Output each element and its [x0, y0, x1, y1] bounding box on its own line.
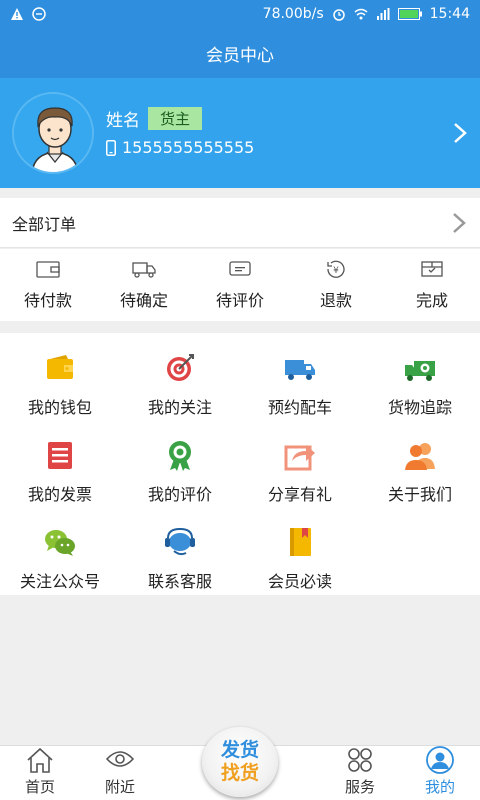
service-contact-support[interactable]: 联系客服: [120, 515, 240, 602]
phone-icon: [106, 139, 116, 156]
svg-text:¥: ¥: [333, 266, 339, 276]
book-icon: [290, 527, 311, 556]
wallet-icon: [47, 354, 73, 379]
order-label: 退款: [319, 291, 352, 310]
profile-card[interactable]: 姓名 货主 1555555555555: [0, 78, 480, 188]
home-icon: [27, 747, 53, 773]
ship-find-cargo-button[interactable]: 发货 找货: [202, 727, 278, 797]
role-badge: 货主: [148, 107, 203, 130]
signal-icon: [376, 8, 390, 20]
service-member-must-read[interactable]: 会员必读: [240, 515, 360, 602]
service-label: 会员必读: [267, 571, 332, 591]
services-panel: 我的钱包 我的关注 预约配车 货物追踪 我的发票 我的评价 分享有礼 关于我们 …: [0, 333, 480, 595]
wechat-icon: [45, 529, 75, 556]
order-label: 待付款: [23, 291, 72, 310]
service-follow-official-account[interactable]: 关注公众号: [0, 515, 120, 602]
service-label: 我的关注: [147, 397, 212, 417]
service-follow[interactable]: 我的关注: [120, 341, 240, 428]
service-about-us[interactable]: 关于我们: [360, 428, 480, 515]
tab-mine[interactable]: 我的: [400, 746, 480, 800]
battery-icon: [397, 8, 422, 20]
service-label: 关于我们: [387, 484, 452, 504]
center-button-line2: 找货: [220, 762, 259, 784]
tab-label: 首页: [24, 778, 55, 796]
headset-icon: [165, 527, 195, 555]
service-label: 我的发票: [27, 484, 92, 504]
wallet-icon: [36, 261, 60, 278]
order-pending-review[interactable]: 待评价: [192, 249, 288, 321]
tab-nearby[interactable]: 附近: [80, 746, 160, 800]
wifi-icon: [354, 8, 368, 20]
truck-icon: [285, 359, 315, 380]
avatar[interactable]: [12, 92, 94, 174]
alarm-icon: [332, 9, 345, 21]
apps-icon: [348, 748, 372, 772]
service-cargo-tracking[interactable]: 货物追踪: [360, 341, 480, 428]
page-title: 会员中心: [206, 45, 274, 66]
order-label: 待确定: [119, 291, 168, 310]
title-bar: 会员中心: [0, 28, 480, 78]
service-label: 我的钱包: [27, 397, 92, 417]
service-label: 联系客服: [147, 571, 212, 591]
order-status-bar: 待付款 待确定 待评价 ¥ 退款 完成: [0, 249, 480, 321]
tab-home[interactable]: 首页: [0, 746, 80, 800]
minus-circle-icon: [32, 7, 46, 21]
truck-icon: [132, 262, 156, 278]
order-label: 完成: [415, 291, 448, 310]
order-refund[interactable]: ¥ 退款: [288, 249, 384, 321]
target-icon: [167, 353, 194, 381]
badge-icon: [169, 440, 191, 471]
refund-icon: ¥: [327, 260, 345, 278]
all-orders-label: 全部订单: [12, 214, 77, 234]
service-wallet[interactable]: 我的钱包: [0, 341, 120, 428]
service-share-reward[interactable]: 分享有礼: [240, 428, 360, 515]
user-phone: 1555555555555: [122, 138, 255, 157]
service-label: 关注公众号: [19, 571, 100, 591]
warning-icon: [11, 8, 23, 20]
eye-location-icon: [105, 751, 135, 767]
people-icon: [405, 442, 435, 470]
service-label: 分享有礼: [267, 484, 332, 504]
order-label: 待评价: [215, 291, 264, 310]
tab-label: 附近: [104, 778, 135, 796]
service-invoice[interactable]: 我的发票: [0, 428, 120, 515]
invoice-icon: [48, 441, 72, 469]
order-pending-payment[interactable]: 待付款: [0, 249, 96, 321]
service-label: 预约配车: [267, 397, 332, 417]
user-circle-icon: [426, 746, 454, 774]
chevron-right-icon[interactable]: [452, 122, 468, 144]
status-bar: 78.00b/s 15:44: [0, 0, 480, 28]
service-my-reviews[interactable]: 我的评价: [120, 428, 240, 515]
tab-label: 服务: [344, 778, 375, 796]
share-icon: [284, 444, 315, 470]
service-book-vehicle[interactable]: 预约配车: [240, 341, 360, 428]
tab-label: 我的: [424, 778, 455, 796]
all-orders-row[interactable]: 全部订单: [0, 198, 480, 248]
network-speed: 78.00b/s: [262, 6, 324, 22]
user-avatar-icon: [14, 94, 92, 172]
order-pending-confirm[interactable]: 待确定: [96, 249, 192, 321]
service-label: 货物追踪: [387, 397, 452, 417]
service-label: 我的评价: [147, 484, 212, 504]
clock: 15:44: [429, 6, 470, 22]
tracking-truck-icon: [405, 360, 435, 381]
box-icon: [421, 261, 443, 277]
tab-service[interactable]: 服务: [320, 746, 400, 800]
user-name: 姓名: [106, 111, 140, 131]
center-button-line1: 发货: [220, 739, 259, 761]
comment-icon: [229, 261, 251, 276]
chevron-right-icon: [453, 213, 466, 233]
order-complete[interactable]: 完成: [384, 249, 480, 321]
